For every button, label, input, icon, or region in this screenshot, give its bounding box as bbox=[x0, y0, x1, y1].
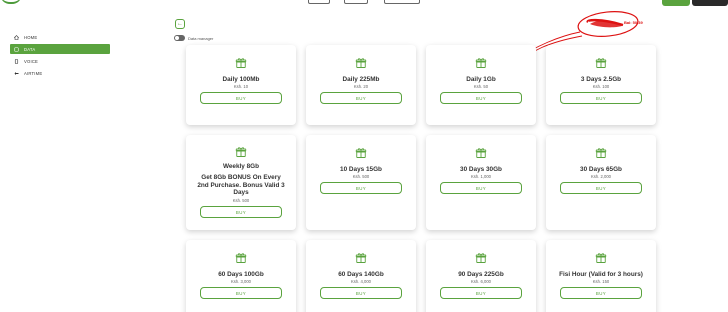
gift-icon bbox=[595, 146, 607, 158]
buy-button[interactable]: BUY bbox=[200, 287, 282, 300]
gift-icon bbox=[475, 251, 487, 263]
bundle-card: 90 Days 225Gb Ksh. 6,000 BUY bbox=[426, 240, 536, 312]
bundle-card: 60 Days 100Gb Ksh. 3,000 BUY bbox=[186, 240, 296, 312]
bundle-card: 30 Days 30Gb Ksh. 1,000 BUY bbox=[426, 135, 536, 230]
bundle-name: 60 Days 100Gb bbox=[218, 271, 264, 278]
bundle-card: 3 Days 2.5Gb Ksh. 100 BUY bbox=[546, 45, 656, 125]
bundle-card: Fisi Hour (Valid for 3 hours) Ksh. 150 BUY bbox=[546, 240, 656, 312]
bundle-name: Fisi Hour (Valid for 3 hours) bbox=[559, 271, 643, 278]
bundle-price: Ksh. 20 bbox=[353, 84, 369, 90]
bundle-card: Daily 225Mb Ksh. 20 BUY bbox=[306, 45, 416, 125]
gift-icon bbox=[355, 146, 367, 158]
bundle-price: Ksh. 2,000 bbox=[590, 174, 612, 180]
sidebar: HOME DATA VOICE AIRTIME bbox=[10, 32, 110, 80]
gift-icon bbox=[235, 145, 247, 157]
back-button[interactable]: ← bbox=[175, 19, 185, 29]
logo[interactable] bbox=[0, 0, 22, 4]
gift-icon bbox=[235, 251, 247, 263]
bundle-card: 30 Days 65Gb Ksh. 2,000 BUY bbox=[546, 135, 656, 230]
bundle-name: 90 Days 225Gb bbox=[458, 271, 504, 278]
buy-button[interactable]: BUY bbox=[320, 287, 402, 300]
buy-button[interactable]: BUY bbox=[560, 287, 642, 300]
header-action-button[interactable] bbox=[662, 0, 690, 6]
balance-text: Bal: 50.39 bbox=[624, 20, 643, 25]
bundle-card: Daily 1Gb Ksh. 50 BUY bbox=[426, 45, 536, 125]
home-icon bbox=[14, 34, 19, 40]
data-icon bbox=[14, 46, 19, 52]
gift-icon bbox=[235, 56, 247, 68]
bundle-price: Ksh. 6,000 bbox=[470, 279, 492, 285]
sidebar-item-label: DATA bbox=[24, 46, 36, 52]
bundle-description: Get 8Gb BONUS On Every 2nd Purchase. Bon… bbox=[197, 174, 285, 197]
bundle-name: 30 Days 65Gb bbox=[580, 166, 622, 173]
buy-button[interactable]: BUY bbox=[560, 182, 642, 195]
sidebar-item-voice[interactable]: VOICE bbox=[10, 56, 110, 66]
app-page: HOME DATA VOICE AIRTIME ← Data manager B… bbox=[0, 0, 728, 312]
top-nav-button[interactable] bbox=[308, 0, 330, 4]
bundle-price: Ksh. 4,000 bbox=[350, 279, 372, 285]
bundle-price: Ksh. 500 bbox=[232, 198, 250, 204]
bundle-price: Ksh. 10 bbox=[233, 84, 249, 90]
gift-icon bbox=[595, 56, 607, 68]
buy-button[interactable]: BUY bbox=[440, 182, 522, 195]
bundle-name: 30 Days 30Gb bbox=[460, 166, 502, 173]
top-nav-button[interactable] bbox=[344, 0, 368, 4]
buy-button[interactable]: BUY bbox=[320, 92, 402, 105]
bundle-name: 10 Days 15Gb bbox=[340, 166, 382, 173]
gift-icon bbox=[355, 56, 367, 68]
buy-button[interactable]: BUY bbox=[440, 287, 522, 300]
sidebar-item-label: VOICE bbox=[24, 58, 39, 64]
bundle-card: Weekly 8Gb Get 8Gb BONUS On Every 2nd Pur… bbox=[186, 135, 296, 230]
bundle-name: Daily 225Mb bbox=[342, 76, 380, 83]
airtime-icon bbox=[14, 71, 19, 76]
voice-icon bbox=[14, 58, 19, 64]
sidebar-item-airtime[interactable]: AIRTIME bbox=[10, 68, 110, 78]
gift-icon bbox=[475, 146, 487, 158]
bundle-price: Ksh. 1,000 bbox=[470, 174, 492, 180]
buy-button[interactable]: BUY bbox=[560, 92, 642, 105]
bundle-name: Daily 100Mb bbox=[222, 76, 260, 83]
data-manager-toggle-row: Data manager bbox=[174, 35, 213, 41]
bundle-name: 60 Days 140Gb bbox=[338, 271, 384, 278]
sidebar-item-home[interactable]: HOME bbox=[10, 32, 110, 42]
bundle-price: Ksh. 500 bbox=[352, 174, 370, 180]
data-manager-toggle[interactable] bbox=[174, 35, 185, 41]
buy-button[interactable]: BUY bbox=[200, 92, 282, 105]
buy-button[interactable]: BUY bbox=[440, 92, 522, 105]
buy-button[interactable]: BUY bbox=[320, 182, 402, 195]
bundle-card: Daily 100Mb Ksh. 10 BUY bbox=[186, 45, 296, 125]
sidebar-item-label: HOME bbox=[24, 34, 38, 40]
bundle-price: Ksh. 100 bbox=[592, 84, 610, 90]
gift-icon bbox=[595, 251, 607, 263]
sidebar-item-label: AIRTIME bbox=[24, 70, 43, 76]
top-nav-button[interactable] bbox=[384, 0, 420, 4]
bundle-price: Ksh. 50 bbox=[473, 84, 489, 90]
data-manager-label: Data manager bbox=[188, 35, 214, 41]
bundle-name: 3 Days 2.5Gb bbox=[580, 76, 622, 83]
bundle-card: 60 Days 140Gb Ksh. 4,000 BUY bbox=[306, 240, 416, 312]
bundle-card: 10 Days 15Gb Ksh. 500 BUY bbox=[306, 135, 416, 230]
bundle-price: Ksh. 150 bbox=[592, 279, 610, 285]
gift-icon bbox=[355, 251, 367, 263]
sidebar-item-data[interactable]: DATA bbox=[10, 44, 110, 54]
buy-button[interactable]: BUY bbox=[200, 206, 282, 219]
bundle-name: Daily 1Gb bbox=[466, 76, 496, 83]
gift-icon bbox=[475, 56, 487, 68]
header-account-button[interactable] bbox=[692, 0, 728, 6]
bundle-name: Weekly 8Gb bbox=[222, 163, 260, 170]
bundle-price: Ksh. 3,000 bbox=[230, 279, 252, 285]
